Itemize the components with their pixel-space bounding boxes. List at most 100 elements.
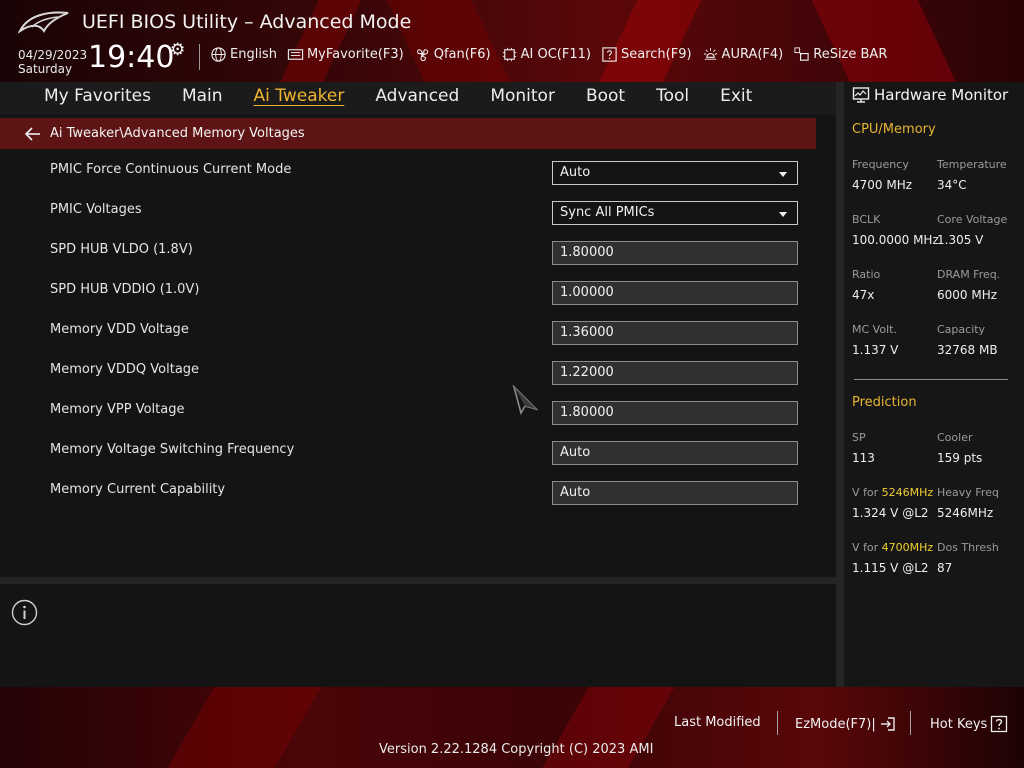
exit-to-ezmode-icon: [880, 717, 895, 731]
stat-value: 159 pts: [937, 451, 983, 465]
stat-value: 4700 MHz: [852, 178, 913, 192]
main-menu: My Favorites Main Ai Tweaker Advanced Mo…: [44, 86, 783, 106]
setting-label: SPD HUB VDDIO (1.0V): [50, 282, 200, 297]
breadcrumb: Ai Tweaker\Advanced Memory Voltages: [0, 118, 816, 149]
setting-label: Memory VPP Voltage: [50, 402, 185, 417]
stat-value: 100.0000 MHz: [852, 233, 939, 247]
setting-row-current-capability[interactable]: Memory Current Capability Auto: [0, 469, 836, 509]
myfavorite-button[interactable]: MyFavorite(F3): [287, 46, 404, 63]
setting-label: Memory VDD Voltage: [50, 322, 189, 337]
ai-oc-button[interactable]: AI OC(F11): [501, 46, 591, 63]
gear-icon[interactable]: ⚙: [170, 41, 188, 59]
aura-label: AURA(F4): [721, 47, 784, 62]
spd-hub-vldo-field[interactable]: 1.80000: [552, 241, 798, 265]
stat-value: 1.305 V: [937, 233, 984, 247]
ai-oc-label: AI OC(F11): [520, 47, 591, 62]
stat-value: 47x: [852, 288, 875, 302]
tab-monitor[interactable]: Monitor: [490, 86, 555, 106]
version-text: Version 2.22.1284 Copyright (C) 2023 AMI: [379, 742, 654, 757]
memory-vdd-field[interactable]: 1.36000: [552, 321, 798, 345]
select-value: Sync All PMICs: [560, 205, 655, 220]
globe-icon: [211, 47, 226, 62]
back-arrow-icon[interactable]: [23, 124, 43, 144]
v-for-frequency: 5246MHz: [881, 486, 934, 499]
v-for-heavy-stat: V for 5246MHz 1.324 V @L2: [852, 486, 940, 520]
tab-exit[interactable]: Exit: [720, 86, 752, 106]
stat-label: Ratio: [852, 268, 881, 281]
memory-vpp-field[interactable]: 1.80000: [552, 401, 798, 425]
ezmode-label: EzMode(F7)|: [795, 716, 876, 732]
spd-hub-vddio-field[interactable]: 1.00000: [552, 281, 798, 305]
memory-vddq-field[interactable]: 1.22000: [552, 361, 798, 385]
qfan-label: Qfan(F6): [433, 47, 491, 62]
aura-light-icon: [703, 47, 717, 60]
current-capability-field[interactable]: Auto: [552, 481, 798, 505]
prediction-section-title: Prediction: [852, 395, 917, 410]
hot-keys-label: Hot Keys: [930, 716, 988, 732]
stat-label: Capacity: [937, 323, 986, 336]
hot-keys-button[interactable]: Hot Keys: [930, 715, 1008, 733]
hardware-monitor: Hardware Monitor CPU/Memory Frequency 47…: [844, 82, 1024, 687]
dram-freq-stat: DRAM Freq. 6000 MHz: [937, 268, 1024, 302]
resize-bar-button[interactable]: ReSize BAR: [793, 46, 887, 63]
stat-value: 1.115 V @L2: [852, 561, 929, 575]
tab-ai-tweaker[interactable]: Ai Tweaker: [254, 86, 345, 106]
qfan-button[interactable]: Qfan(F6): [414, 46, 491, 63]
pmic-force-continuous-select[interactable]: Auto: [552, 161, 798, 185]
switching-frequency-field[interactable]: Auto: [552, 441, 798, 465]
last-modified-button[interactable]: Last Modified: [674, 715, 761, 730]
fan-icon: [416, 49, 428, 62]
breadcrumb-path: Ai Tweaker\Advanced Memory Voltages: [50, 126, 305, 141]
setting-row-switching-frequency[interactable]: Memory Voltage Switching Frequency Auto: [0, 429, 836, 469]
header-bar: UEFI BIOS Utility – Advanced Mode 04/29/…: [0, 0, 1024, 82]
myfavorite-label: MyFavorite(F3): [306, 47, 404, 62]
hardware-monitor-title: Hardware Monitor: [874, 86, 1009, 104]
capacity-stat: Capacity 32768 MB: [937, 323, 1024, 357]
stat-label: V for 5246MHz: [852, 486, 940, 500]
search-label: Search(F9): [620, 47, 692, 62]
setting-row-pmic-force-continuous[interactable]: PMIC Force Continuous Current Mode Auto: [0, 149, 836, 189]
stat-value: 1.137 V: [852, 343, 899, 357]
language-button[interactable]: English: [210, 46, 277, 63]
search-button[interactable]: Search(F9): [601, 46, 692, 63]
stat-label: Temperature: [937, 158, 1007, 171]
setting-row-pmic-voltages[interactable]: PMIC Voltages Sync All PMICs: [0, 189, 836, 229]
tab-boot[interactable]: Boot: [586, 86, 625, 106]
stat-label: DRAM Freq.: [937, 268, 1001, 281]
panel-divider: [836, 82, 844, 687]
setting-row-spd-hub-vldo[interactable]: SPD HUB VLDO (1.8V) 1.80000: [0, 229, 836, 269]
stat-label: Heavy Freq: [937, 486, 999, 499]
footer-divider: [777, 711, 778, 735]
question-box-icon: [991, 715, 1008, 733]
setting-row-memory-vpp[interactable]: Memory VPP Voltage 1.80000: [0, 389, 836, 429]
ezmode-button[interactable]: EzMode(F7)|: [795, 715, 897, 733]
stat-label: MC Volt.: [852, 323, 897, 336]
tab-main[interactable]: Main: [182, 86, 223, 106]
header-divider: [199, 44, 200, 70]
setting-row-memory-vddq[interactable]: Memory VDDQ Voltage 1.22000: [0, 349, 836, 389]
stat-label: Frequency: [852, 158, 909, 171]
setting-row-memory-vdd[interactable]: Memory VDD Voltage 1.36000: [0, 309, 836, 349]
dos-thresh-stat: Dos Thresh 87: [937, 541, 1024, 575]
help-panel: [0, 584, 836, 687]
setting-label: PMIC Voltages: [50, 202, 142, 217]
cpu-memory-section-title: CPU/Memory: [852, 122, 936, 137]
pmic-voltages-select[interactable]: Sync All PMICs: [552, 201, 798, 225]
setting-row-spd-hub-vddio[interactable]: SPD HUB VDDIO (1.0V) 1.00000: [0, 269, 836, 309]
aura-button[interactable]: AURA(F4): [702, 46, 784, 63]
tab-my-favorites[interactable]: My Favorites: [44, 86, 151, 106]
stat-value: 87: [937, 561, 953, 575]
stat-label: SP: [852, 431, 866, 444]
date-text: 04/29/2023: [18, 48, 88, 62]
help-divider: [0, 577, 836, 584]
setting-label: Memory Voltage Switching Frequency: [50, 442, 295, 457]
tab-advanced[interactable]: Advanced: [375, 86, 459, 106]
setting-label: PMIC Force Continuous Current Mode: [50, 162, 292, 177]
day-text: Saturday: [18, 62, 73, 76]
clock-display: 19:40: [88, 40, 175, 75]
stat-label: Core Voltage: [937, 213, 1008, 226]
mc-volt-stat: MC Volt. 1.137 V: [852, 323, 940, 357]
info-icon: [11, 599, 38, 626]
tab-tool[interactable]: Tool: [656, 86, 689, 106]
date-display: 04/29/2023 Saturday: [18, 48, 87, 76]
